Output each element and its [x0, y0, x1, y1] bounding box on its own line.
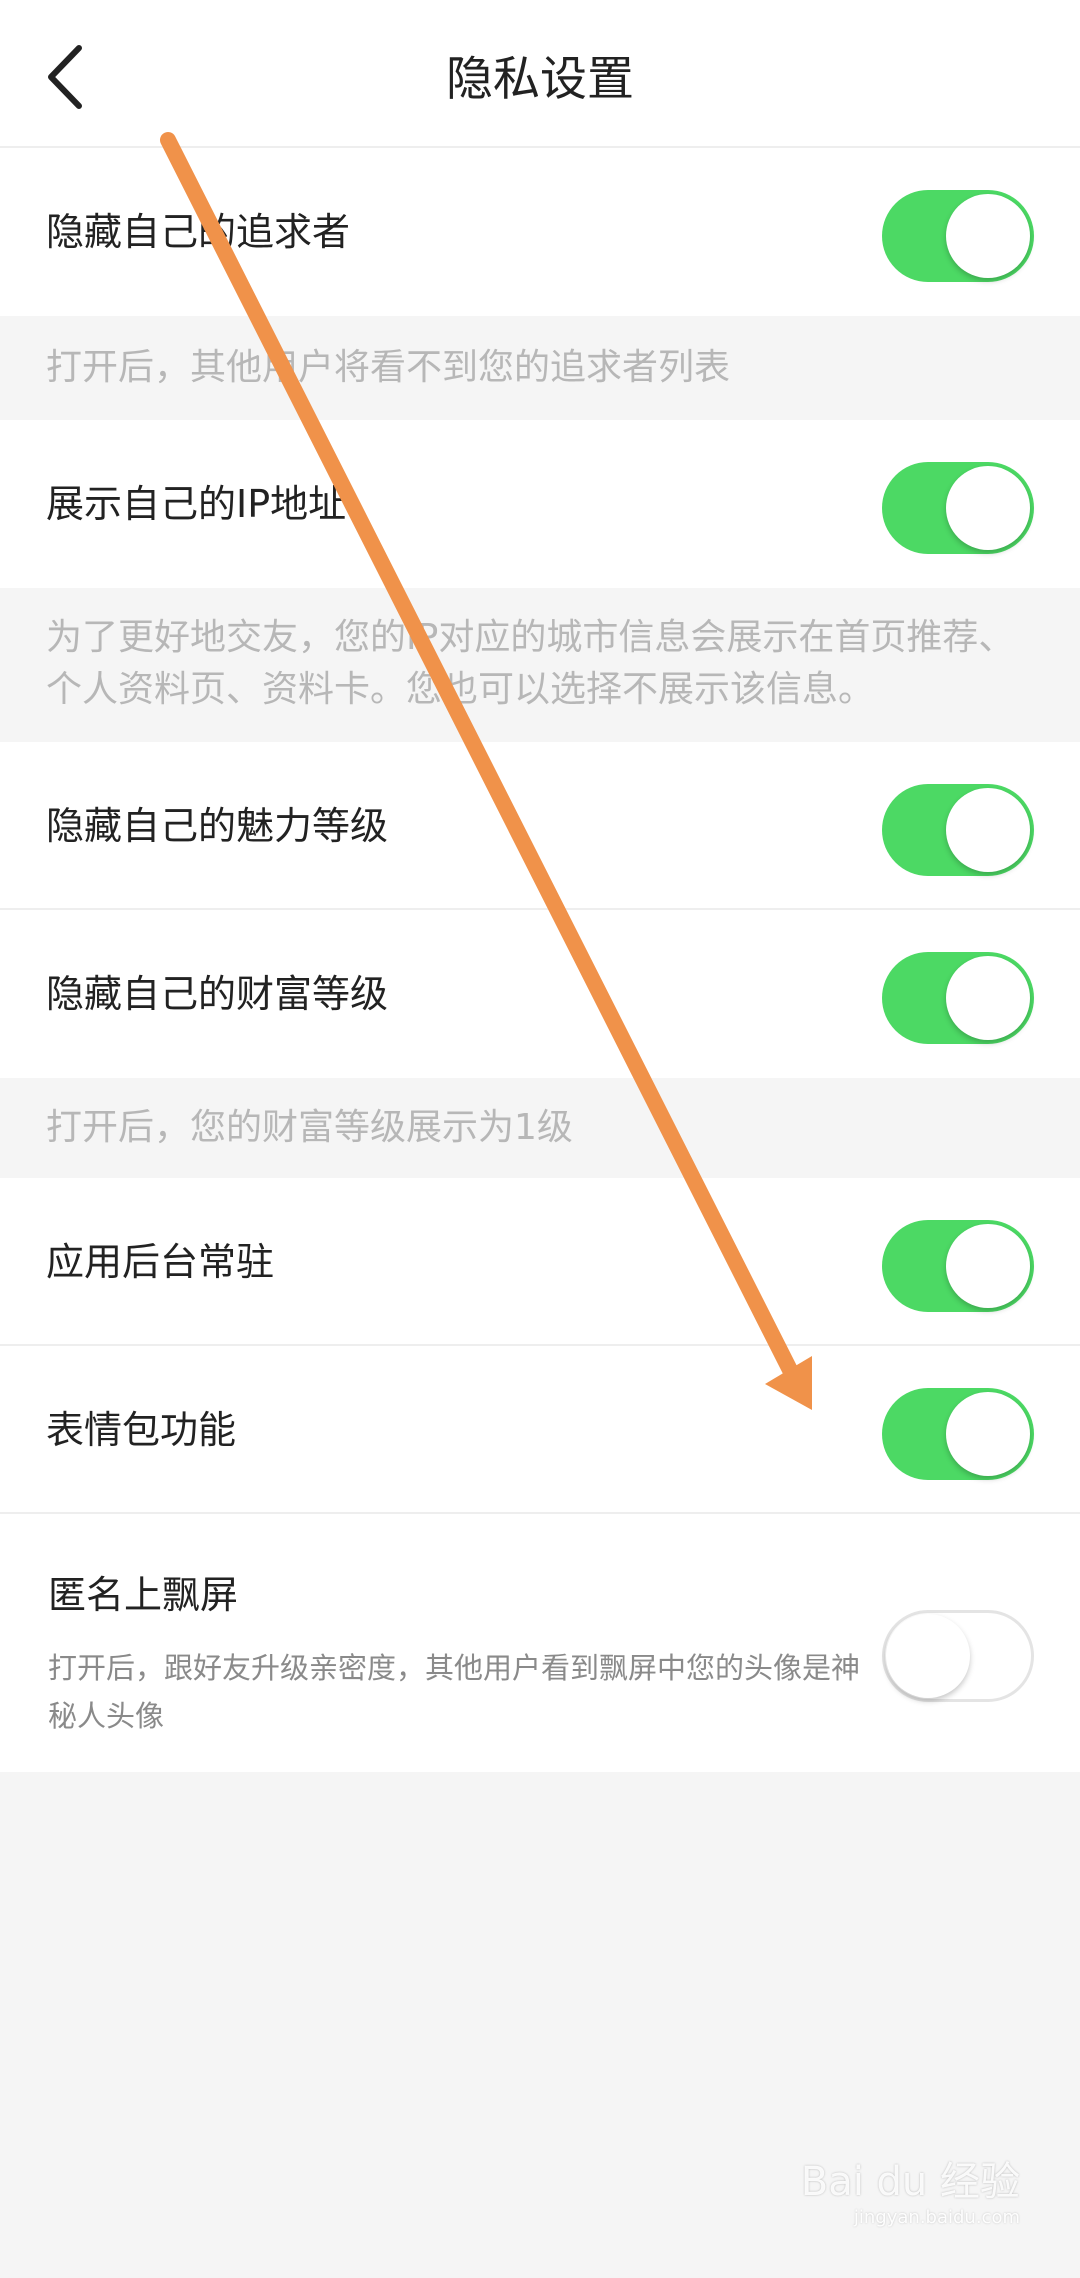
setting-row-sticker: 表情包功能: [0, 1346, 1080, 1514]
setting-row-hide-pursuers: 隐藏自己的追求者: [0, 148, 1080, 316]
toggle-knob: [946, 466, 1030, 550]
setting-row-hide-wealth-level: 隐藏自己的财富等级: [0, 910, 1080, 1078]
anonymous-float-toggle[interactable]: [882, 1610, 1034, 1702]
chevron-left-icon: [48, 45, 82, 109]
watermark: Bai du 经验 jingyan.baidu.com: [801, 2149, 1020, 2228]
navigation-bar: 隐私设置: [0, 0, 1080, 148]
setting-label: 匿名上飘屏: [48, 1573, 239, 1617]
ip-note: 为了更好地交友，您的IP对应的城市信息会展示在首页推荐、个人资料页、资料卡。您也…: [0, 588, 1080, 742]
page-title: 隐私设置: [446, 52, 634, 107]
watermark-brand: Bai du 经验: [800, 2159, 1020, 2205]
toggle-knob: [946, 1224, 1030, 1308]
toggle-knob: [946, 956, 1030, 1040]
watermark-url: jingyan.baidu.com: [853, 2207, 1020, 2228]
pursuers-note: 打开后，其他用户将看不到您的追求者列表: [0, 316, 1080, 420]
toggle-knob: [886, 1614, 970, 1698]
setting-label: 应用后台常驻: [46, 1240, 275, 1284]
setting-label: 隐藏自己的财富等级: [46, 972, 389, 1016]
toggle-knob: [946, 194, 1030, 278]
background-resident-toggle[interactable]: [882, 1220, 1034, 1312]
hide-pursuers-toggle[interactable]: [882, 190, 1034, 282]
show-ip-toggle[interactable]: [882, 462, 1034, 554]
setting-label: 隐藏自己的魅力等级: [46, 804, 389, 848]
sticker-toggle[interactable]: [882, 1388, 1034, 1480]
setting-row-show-ip: 展示自己的IP地址: [0, 420, 1080, 588]
hide-charm-level-toggle[interactable]: [882, 784, 1034, 876]
toggle-knob: [946, 1392, 1030, 1476]
setting-label: 隐藏自己的追求者: [46, 210, 351, 254]
setting-row-hide-charm-level: 隐藏自己的魅力等级: [0, 742, 1080, 910]
setting-row-background-resident: 应用后台常驻: [0, 1178, 1080, 1346]
setting-description: 打开后，跟好友升级亲密度，其他用户看到飘屏中您的头像是神秘人头像: [48, 1651, 861, 1733]
setting-label: 展示自己的IP地址: [46, 482, 347, 526]
wealth-note: 打开后，您的财富等级展示为1级: [0, 1078, 1080, 1178]
back-button[interactable]: [30, 32, 100, 122]
toggle-knob: [946, 788, 1030, 872]
setting-row-anonymous-float: 匿名上飘屏 打开后，跟好友升级亲密度，其他用户看到飘屏中您的头像是神秘人头像: [0, 1514, 1080, 1772]
hide-wealth-level-toggle[interactable]: [882, 952, 1034, 1044]
setting-label: 表情包功能: [46, 1408, 237, 1452]
